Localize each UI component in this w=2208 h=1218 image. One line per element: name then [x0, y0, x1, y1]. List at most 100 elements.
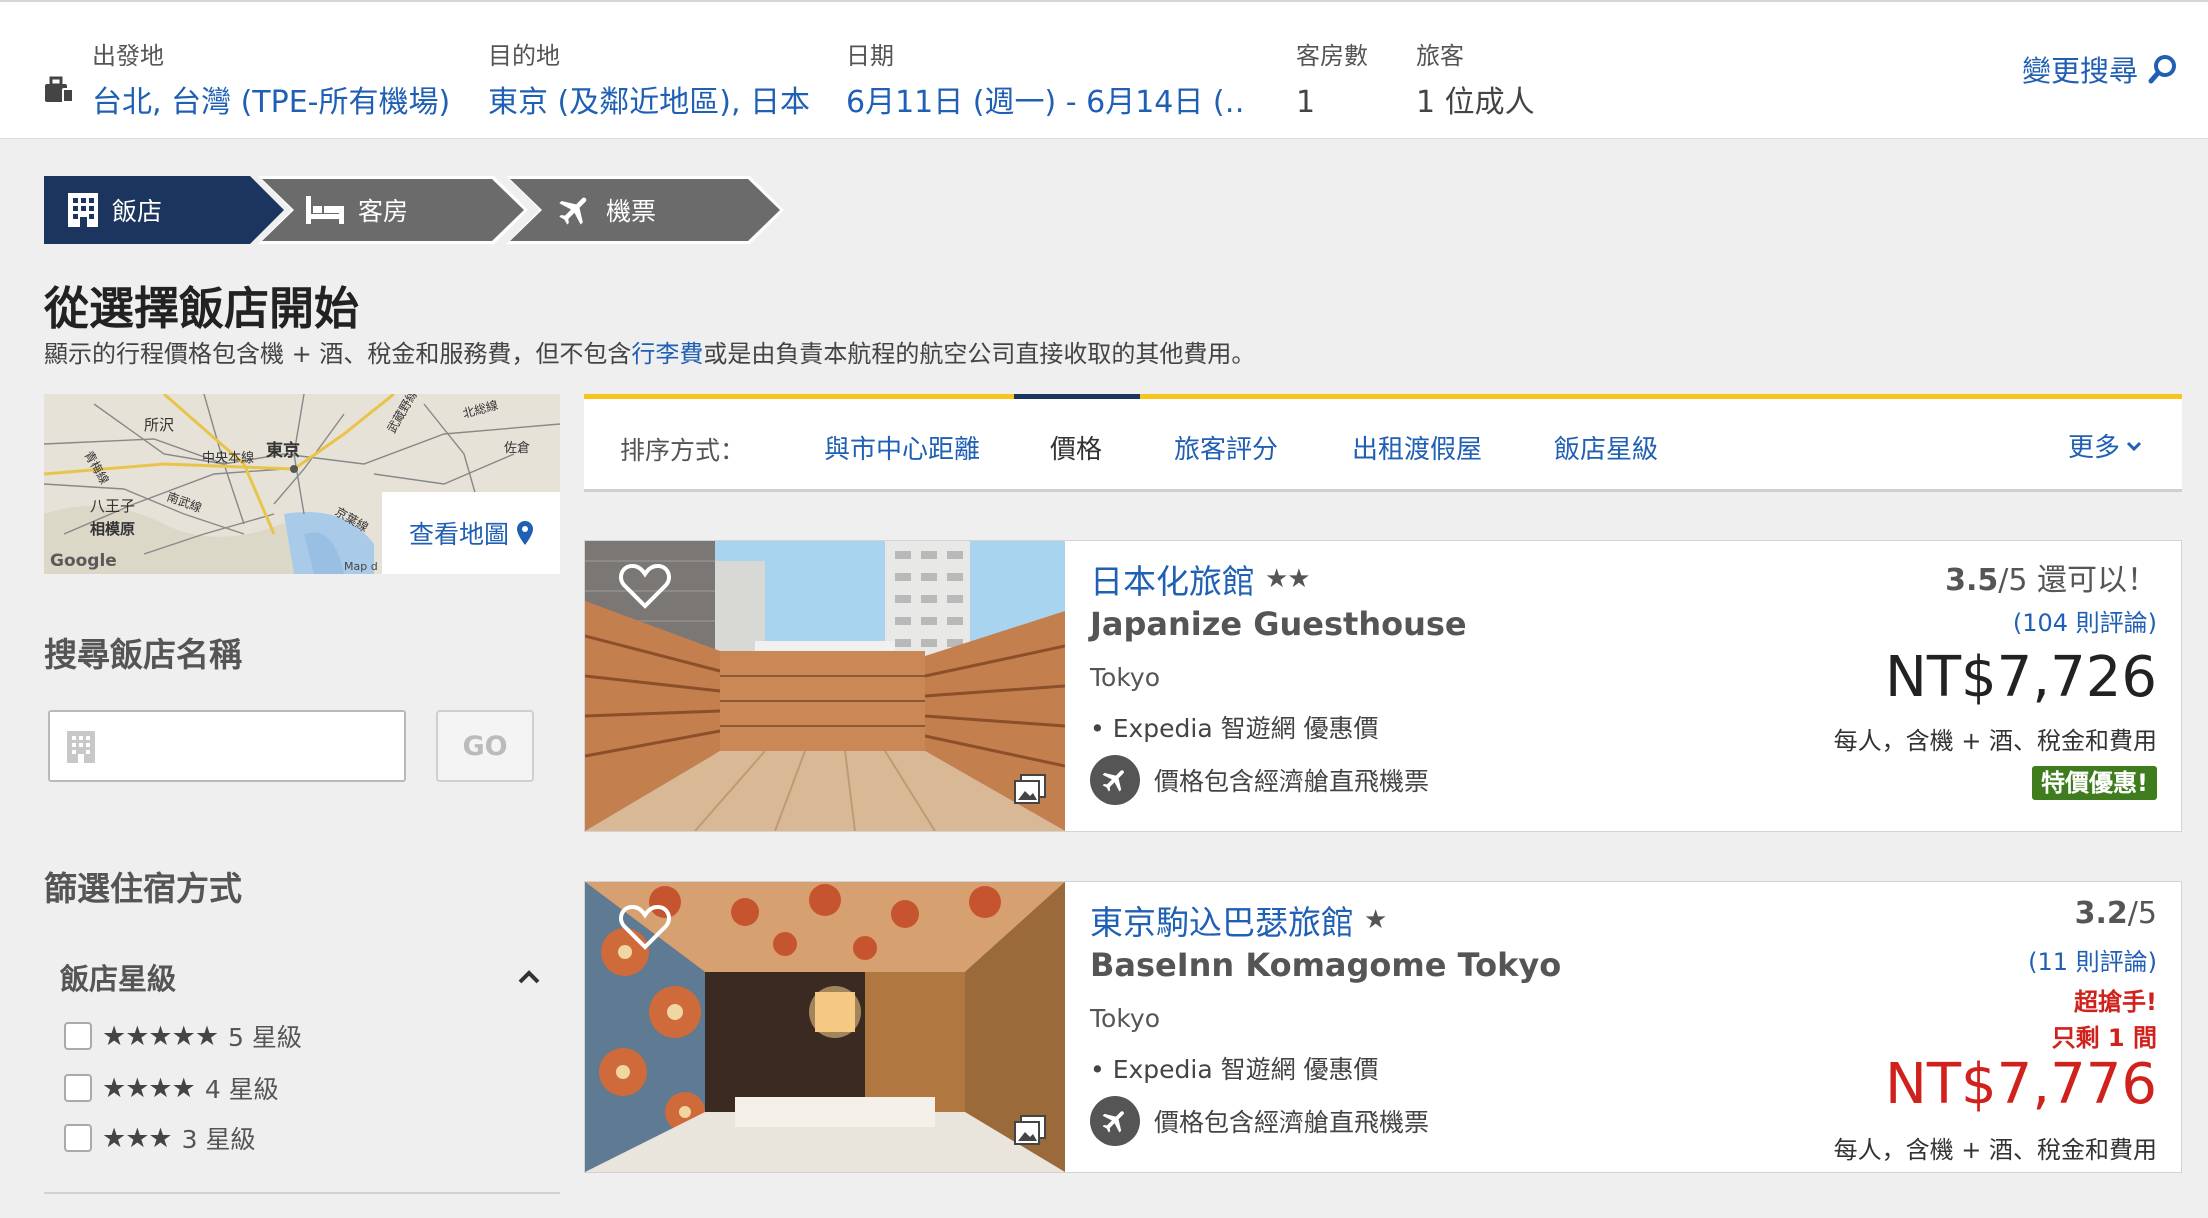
chevron-down-icon [2126, 441, 2142, 451]
favorite-heart-icon[interactable] [619, 904, 671, 950]
urgency-hot: 超搶手! [2074, 988, 2157, 1016]
hotel-name-input[interactable] [48, 710, 406, 782]
hotel-name[interactable]: 日本化旅館 [1090, 555, 1255, 603]
star-filter-3[interactable]: ★★★ 3 星級 [64, 1122, 255, 1154]
destination-value[interactable]: 東京 (及鄰近地區), 日本 [488, 84, 810, 122]
sort-price[interactable]: 價格 [1050, 429, 1102, 466]
destination-label: 目的地 [488, 42, 560, 70]
luggage-icon [45, 76, 74, 103]
price-note: 每人，含機 + 酒、稅金和費用 [1833, 727, 2157, 755]
airplane-icon [559, 197, 587, 225]
gallery-icon[interactable] [1013, 773, 1047, 805]
disclaimer-text-after: 或是由負責本航程的航空公司直接收取的其他費用。 [703, 340, 1256, 368]
sort-active-indicator [1014, 394, 1140, 399]
search-summary-bar: 出發地 台北, 台灣 (TPE-所有機場) 目的地 東京 (及鄰近地區), 日本… [0, 0, 2208, 139]
map-pin-icon [517, 521, 533, 545]
sidebar-divider [44, 1192, 560, 1194]
deal-badge: 特價優惠! [2032, 766, 2157, 800]
star-filter-4[interactable]: ★★★★ 4 星級 [64, 1072, 279, 1104]
airplane-icon [1090, 1096, 1140, 1146]
star-5-stars: ★★★★★ [102, 1020, 219, 1052]
bed-icon [306, 196, 344, 224]
map-label-sagamihara: 相模原 [90, 520, 135, 538]
step-hotel[interactable]: 飯店 [44, 176, 284, 244]
baggage-fee-link[interactable]: 行李費 [631, 340, 703, 368]
flight-note-text: 價格包含經濟艙直飛機票 [1154, 767, 1430, 796]
review-count-link[interactable]: (11 則評論) [2028, 942, 2157, 977]
hotel-photo[interactable] [585, 882, 1065, 1172]
guests-field[interactable]: 旅客 1 位成人 [1416, 40, 1535, 122]
star-4-stars: ★★★★ [102, 1072, 196, 1104]
hotel-city: Tokyo [1090, 663, 1160, 692]
rooms-field[interactable]: 客房數 1 [1296, 40, 1368, 122]
hotel-photo[interactable] [585, 541, 1065, 831]
google-logo: Google [50, 551, 117, 571]
hotel-name[interactable]: 東京駒込巴瑟旅館 [1090, 896, 1354, 944]
sort-more-button[interactable]: 更多 [2068, 427, 2142, 464]
star-3-checkbox[interactable] [64, 1124, 92, 1152]
star-3-label: 3 星級 [181, 1125, 256, 1154]
guests-value[interactable]: 1 位成人 [1416, 84, 1535, 122]
gallery-icon[interactable] [1013, 1114, 1047, 1146]
go-button[interactable]: GO [436, 710, 534, 782]
origin-value[interactable]: 台北, 台灣 (TPE-所有機場) [92, 84, 450, 122]
star-5-label: 5 星級 [228, 1023, 302, 1052]
flight-included-note: 價格包含經濟艙直飛機票 [1090, 755, 1429, 805]
airplane-icon [1090, 755, 1140, 805]
rooms-label: 客房數 [1296, 42, 1368, 70]
review-count-link[interactable]: (104 則評論) [2013, 603, 2157, 638]
step-hotel-label: 飯店 [112, 197, 163, 226]
view-map-button[interactable]: 查看地圖 [382, 492, 560, 574]
date-field[interactable]: 日期 6月11日 (週一) - 6月14日 (… [846, 40, 1246, 122]
destination-field[interactable]: 目的地 東京 (及鄰近地區), 日本 [488, 40, 810, 122]
price-disclaimer: 顯示的行程價格包含機 + 酒、稅金和服務費，但不包含行李費或是由負責本航程的航空… [44, 334, 1255, 369]
chevron-up-icon[interactable] [518, 970, 540, 984]
date-label: 日期 [846, 42, 894, 70]
rooms-value[interactable]: 1 [1296, 84, 1368, 122]
date-value[interactable]: 6月11日 (週一) - 6月14日 (… [846, 84, 1246, 122]
star-3-stars: ★★★ [102, 1122, 173, 1154]
hotel-deal-note: • Expedia 智遊網 優惠價 [1090, 714, 1379, 743]
rating-score: 3.2 [2074, 896, 2128, 931]
sort-more-label: 更多 [2067, 433, 2120, 463]
star-rating-filter-title[interactable]: 飯店星級 [60, 956, 176, 998]
filter-title: 篩選住宿方式 [44, 869, 242, 908]
sort-distance[interactable]: 與市中心距離 [824, 429, 980, 466]
building-icon [67, 731, 95, 763]
step-flight[interactable]: 機票 [506, 176, 784, 244]
urgency-rooms-left: 只剩 1 間 [2051, 1024, 2157, 1052]
package-price: NT$7,726 [1884, 645, 2157, 710]
origin-field[interactable]: 出發地 台北, 台灣 (TPE-所有機場) [92, 40, 450, 122]
rating-suffix: /5 [2127, 896, 2157, 931]
guest-rating: 3.5/5 還可以！ [1945, 555, 2157, 599]
origin-label: 出發地 [92, 42, 164, 70]
sort-vacation-rental[interactable]: 出租渡假屋 [1352, 429, 1482, 466]
map-preview[interactable]: 所沢 中央本線 東京 八王子 相模原 青梅線 南武線 北総線 佐倉 武蔵野線 京… [44, 394, 560, 574]
change-search-link[interactable]: 變更搜尋 [2022, 48, 2178, 90]
hotel-card[interactable]: 東京駒込巴瑟旅館 ★ BaseInn Komagome Tokyo Tokyo … [584, 881, 2182, 1173]
sort-guest-rating[interactable]: 旅客評分 [1174, 429, 1278, 466]
hotel-card[interactable]: 日本化旅館 ★★ Japanize Guesthouse Tokyo • Exp… [584, 540, 2182, 832]
search-icon [2148, 55, 2176, 84]
hotel-name-link[interactable]: 日本化旅館 ★★ [1090, 555, 1311, 603]
guests-label: 旅客 [1416, 42, 1464, 70]
change-search-label[interactable]: 變更搜尋 [2022, 48, 2138, 90]
favorite-heart-icon[interactable] [619, 563, 671, 609]
package-price: NT$7,776 [1884, 1052, 2157, 1117]
step-flight-label: 機票 [606, 197, 657, 226]
map-label-chuo: 中央本線 [202, 450, 254, 466]
step-room[interactable]: 客房 [258, 176, 528, 244]
star-5-checkbox[interactable] [64, 1022, 92, 1050]
star-filter-5[interactable]: ★★★★★ 5 星級 [64, 1020, 302, 1052]
search-hotel-name-title: 搜尋飯店名稱 [44, 635, 242, 674]
hotel-english-name: Japanize Guesthouse [1090, 605, 1467, 643]
hotel-name-link[interactable]: 東京駒込巴瑟旅館 ★ [1090, 896, 1387, 944]
hotel-deal-note: • Expedia 智遊網 優惠價 [1090, 1055, 1379, 1084]
building-icon [68, 193, 98, 227]
star-4-checkbox[interactable] [64, 1074, 92, 1102]
hotel-english-name: BaseInn Komagome Tokyo [1090, 946, 1562, 984]
sort-star-rating[interactable]: 飯店星級 [1554, 429, 1658, 466]
booking-steps: 飯店 客房 機票 [44, 176, 784, 244]
sort-bar: 排序方式： 與市中心距離 價格 旅客評分 出租渡假屋 飯店星級 更多 [584, 394, 2182, 492]
page-title: 從選擇飯店開始 [44, 282, 360, 335]
